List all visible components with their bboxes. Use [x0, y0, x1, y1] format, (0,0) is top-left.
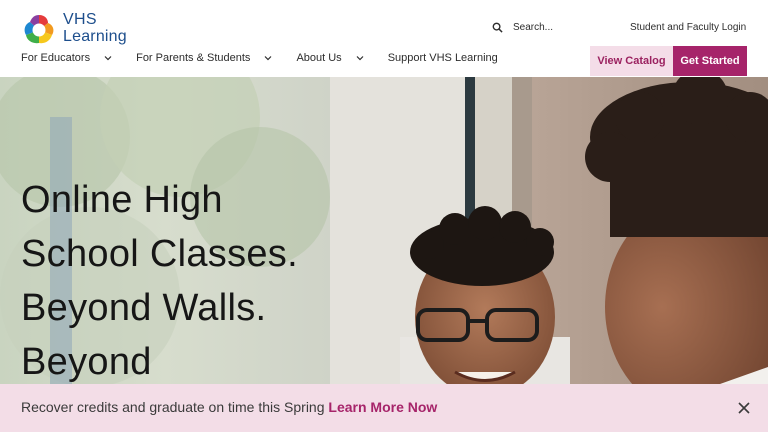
- hero-heading-line: School Classes.: [21, 233, 298, 275]
- site-header: VHS Learning For Educators For Parents &…: [0, 0, 768, 77]
- logo[interactable]: VHS Learning: [21, 11, 127, 48]
- logo-name-line1: VHS: [63, 11, 97, 28]
- search-placeholder: Search...: [513, 22, 554, 33]
- nav-item-support[interactable]: Support VHS Learning: [388, 52, 498, 64]
- learn-more-link[interactable]: Learn More Now: [328, 399, 437, 415]
- close-icon[interactable]: [737, 401, 751, 415]
- main-nav: For Educators For Parents & Students Abo…: [21, 52, 498, 64]
- nav-item-label: About Us: [296, 52, 342, 64]
- hero-heading-line: Beyond: [21, 341, 152, 383]
- nav-item-for-educators[interactable]: For Educators: [21, 52, 112, 64]
- hero-heading-line: Beyond Walls.: [21, 287, 267, 329]
- hero-section: Online High School Classes. Beyond Walls…: [0, 77, 768, 384]
- chevron-down-icon: [356, 56, 364, 61]
- banner-message: Recover credits and graduate on time thi…: [21, 399, 329, 415]
- nav-item-about-us[interactable]: About Us: [296, 52, 364, 64]
- chevron-down-icon: [104, 56, 112, 61]
- hero-heading-line: Online High: [21, 179, 223, 221]
- view-catalog-button[interactable]: View Catalog: [590, 46, 673, 76]
- logo-mark-icon: [24, 15, 54, 44]
- nav-item-label: For Parents & Students: [136, 52, 251, 64]
- promo-banner: Recover credits and graduate on time thi…: [0, 384, 768, 432]
- get-started-button[interactable]: Get Started: [673, 46, 747, 76]
- logo-name-line2: Learning: [63, 28, 127, 45]
- search-icon: [492, 22, 503, 33]
- nav-item-for-parents-students[interactable]: For Parents & Students: [136, 52, 272, 64]
- chevron-down-icon: [265, 56, 272, 61]
- nav-item-label: Support VHS Learning: [387, 52, 498, 64]
- nav-item-label: For Educators: [21, 52, 91, 64]
- hero-heading: Online High School Classes. Beyond Walls…: [21, 173, 381, 384]
- login-link[interactable]: Student and Faculty Login: [630, 22, 746, 33]
- search-input[interactable]: Search...: [492, 22, 553, 33]
